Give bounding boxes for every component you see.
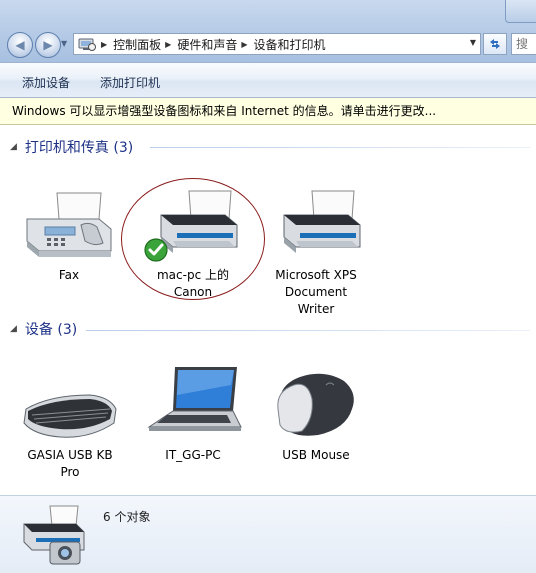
breadcrumb-separator-icon[interactable]: ▶ — [165, 40, 171, 49]
device-label: Fax — [58, 268, 80, 282]
device-item-keyboard[interactable]: GASIA USB KB Pro — [20, 365, 120, 481]
details-pane: 6 个对象 — [0, 495, 536, 573]
mouse-icon — [266, 365, 366, 445]
device-label: Pro — [60, 465, 80, 479]
group-divider — [86, 330, 530, 331]
collapse-triangle-icon[interactable]: ◢ — [10, 142, 17, 152]
device-label: Document — [284, 285, 348, 299]
device-item-fax[interactable]: Fax — [19, 185, 119, 284]
device-label: USB Mouse — [282, 448, 350, 462]
breadcrumb-hardware-and-sound[interactable]: 硬件和声音 — [177, 36, 237, 53]
laptop-icon — [143, 365, 243, 445]
back-button[interactable]: ◀ — [7, 32, 33, 58]
refresh-button[interactable] — [483, 33, 507, 55]
chevron-down-icon[interactable]: ▼ — [470, 38, 476, 47]
breadcrumb-separator-icon[interactable]: ▶ — [241, 40, 247, 49]
forward-button[interactable]: ▶ — [35, 32, 61, 58]
chevron-down-icon: ▼ — [61, 39, 68, 48]
keyboard-icon — [20, 365, 120, 445]
group-header-devices[interactable]: ◢ 设备 (3) — [10, 319, 77, 339]
device-list: ◢ 打印机和传真 (3) Fax mac-pc 上的 Canon Microso… — [0, 125, 536, 495]
device-label: Writer — [297, 302, 335, 316]
devices-and-printers-icon — [20, 502, 88, 571]
search-input[interactable]: 搜 — [511, 33, 536, 55]
item-count: 6 个对象 — [103, 510, 151, 524]
group-header-printers[interactable]: ◢ 打印机和传真 (3) — [10, 137, 133, 157]
device-item-xps-writer[interactable]: Microsoft XPS Document Writer — [266, 185, 366, 318]
device-label: IT_GG-PC — [165, 448, 221, 462]
info-bar[interactable]: Windows 可以显示增强型设备图标和来自 Internet 的信息。请单击进… — [0, 98, 536, 125]
device-label: GASIA USB KB — [27, 448, 113, 462]
fax-icon — [19, 185, 119, 265]
breadcrumb-devices-and-printers[interactable]: 设备和打印机 — [254, 36, 326, 53]
refresh-icon — [490, 39, 500, 49]
control-panel-icon — [77, 35, 97, 53]
arrow-left-icon: ◀ — [15, 38, 25, 52]
breadcrumb-separator-icon[interactable]: ▶ — [101, 40, 107, 49]
device-item-mouse[interactable]: USB Mouse — [266, 365, 366, 464]
highlight-annotation-circle — [121, 178, 265, 300]
collapse-triangle-icon[interactable]: ◢ — [10, 324, 17, 334]
group-title: 设备 (3) — [24, 322, 78, 338]
device-label: Microsoft XPS — [275, 268, 357, 282]
breadcrumb-control-panel[interactable]: 控制面板 — [113, 36, 161, 53]
arrow-right-icon: ▶ — [43, 38, 53, 52]
command-bar: 添加设备 添加打印机 — [0, 62, 536, 98]
printer-icon — [266, 185, 366, 265]
group-title: 打印机和传真 (3) — [24, 140, 134, 156]
recent-pages-dropdown[interactable]: ▼ — [61, 38, 71, 50]
window-corner — [505, 0, 536, 23]
address-bar[interactable]: ▶ 控制面板 ▶ 硬件和声音 ▶ 设备和打印机 ▼ — [73, 33, 481, 55]
add-printer-button[interactable]: 添加打印机 — [100, 74, 160, 91]
group-divider — [150, 147, 530, 148]
add-device-button[interactable]: 添加设备 — [22, 74, 70, 91]
navigation-bar: ◀ ▶ ▼ ▶ 控制面板 ▶ 硬件和声音 ▶ 设备和打印机 ▼ 搜 — [0, 0, 536, 62]
device-item-computer[interactable]: IT_GG-PC — [143, 365, 243, 464]
